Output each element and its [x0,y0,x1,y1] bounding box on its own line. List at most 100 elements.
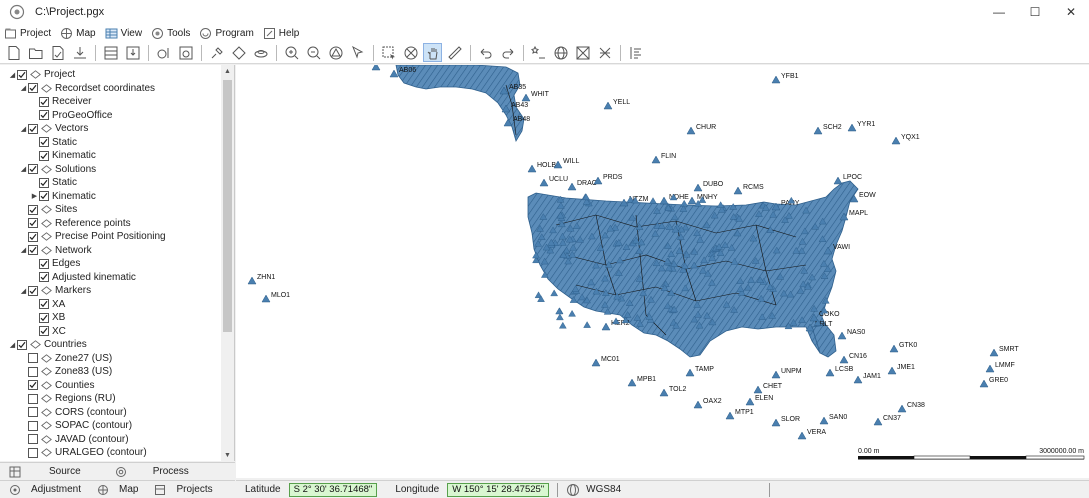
site-marker-icon[interactable] [539,178,549,187]
tab-map[interactable]: Map [97,484,138,496]
tree-item[interactable]: CORS (contour) [19,406,127,420]
site-marker-icon[interactable] [725,411,735,420]
tree-checkbox[interactable] [28,123,38,134]
expand-arrow-icon[interactable]: ◢ [19,287,28,295]
tree-checkbox[interactable] [28,353,38,364]
site-marker-icon[interactable] [680,199,689,207]
site-marker-icon[interactable] [853,375,863,384]
site-marker-icon[interactable] [889,344,899,353]
site-marker-icon[interactable] [567,182,577,191]
tab-process[interactable]: Process [115,466,189,478]
tree-item[interactable]: ◢ Countries [8,338,87,352]
expand-arrow-icon[interactable]: ◢ [19,125,28,133]
site-marker-icon[interactable] [659,196,669,205]
tree-checkbox[interactable] [39,326,49,337]
triangle-icon[interactable] [326,43,345,62]
tools-cross-icon[interactable] [595,43,614,62]
site-marker-icon[interactable] [550,289,559,297]
site-marker-icon[interactable] [847,123,857,132]
tree-checkbox[interactable] [17,69,27,80]
tree-checkbox[interactable] [17,339,27,350]
tree-item[interactable]: ◢ Vectors [19,122,89,136]
tree-checkbox[interactable] [28,218,38,229]
tree-item[interactable]: XB [30,311,65,325]
expand-arrow-icon[interactable]: ◢ [8,71,17,79]
tree-checkbox[interactable] [39,110,49,121]
tree-checkbox[interactable] [28,393,38,404]
tree-item[interactable]: Kinematic [30,149,96,163]
tree-checkbox[interactable] [39,299,49,310]
tree-checkbox[interactable] [28,380,38,391]
site-marker-icon[interactable] [797,431,807,440]
site-marker-icon[interactable] [819,416,829,425]
tree-item[interactable]: Static [30,136,77,150]
site-marker-icon[interactable] [627,378,637,387]
tab-projects[interactable]: Projects [154,484,213,496]
site-marker-icon[interactable] [897,404,907,413]
site-marker-icon[interactable] [521,93,531,102]
tree-item[interactable]: Edges [30,257,80,271]
undo-icon[interactable] [476,43,495,62]
tree-checkbox[interactable] [28,366,38,377]
site-marker-icon[interactable] [527,164,537,173]
site-marker-icon[interactable] [687,196,697,205]
site-marker-icon[interactable] [603,101,613,110]
site-marker-icon[interactable] [833,176,843,185]
redo-icon[interactable] [498,43,517,62]
edit-icon[interactable] [48,43,67,62]
close-button[interactable]: ✕ [1053,0,1089,24]
site-marker-icon[interactable] [837,331,847,340]
disk-icon[interactable] [251,43,270,62]
site-marker-icon[interactable] [568,309,576,317]
site-marker-icon[interactable] [659,388,669,397]
tree-checkbox[interactable] [28,164,38,175]
report-icon[interactable] [176,43,195,62]
site-marker-icon[interactable] [839,355,849,364]
tree-checkbox[interactable] [28,420,38,431]
tree-checkbox[interactable] [39,137,49,148]
menu-help[interactable]: Help [263,27,299,40]
site-marker-icon[interactable] [873,417,883,426]
tree-item[interactable]: ◢ Project [8,68,75,82]
site-marker-icon[interactable] [558,321,567,329]
tree-item[interactable]: Static [30,176,77,190]
tree-checkbox[interactable] [39,258,49,269]
tree-item[interactable]: Precise Point Positioning [19,230,166,244]
site-marker-icon[interactable] [261,294,271,303]
tree-checkbox[interactable] [39,150,49,161]
tree-checkbox[interactable] [28,204,38,215]
tree-item[interactable]: XA [30,298,65,312]
hand-pan-icon[interactable] [423,43,442,62]
select-rect-icon[interactable] [379,43,398,62]
site-marker-icon[interactable] [979,379,989,388]
tree-item[interactable]: SOPAC (contour) [19,419,132,433]
site-marker-icon[interactable] [651,155,661,164]
tree-checkbox[interactable] [39,177,49,188]
tree-checkbox[interactable] [39,191,49,202]
collapse-arrow-icon[interactable]: ▶ [30,192,39,200]
site-marker-icon[interactable] [989,348,999,357]
site-marker-icon[interactable] [693,400,703,409]
no-entry-icon[interactable] [401,43,420,62]
tree-item[interactable]: JAVAD (contour) [19,433,129,447]
site-marker-icon[interactable] [583,321,591,328]
tree-checkbox[interactable] [39,272,49,283]
site-marker-icon[interactable] [813,126,823,135]
tree-item[interactable]: ProGeoOffice [30,109,112,123]
tree-checkbox[interactable] [39,312,49,323]
tree-item[interactable]: ◢ Solutions [19,163,96,177]
expand-arrow-icon[interactable]: ◢ [19,84,28,92]
download-icon[interactable] [70,43,89,62]
tree-item[interactable]: Adjusted kinematic [30,271,136,285]
zoom-in-icon[interactable] [282,43,301,62]
site-marker-icon[interactable] [771,418,781,427]
tree-item[interactable]: ◢ Recordset coordinates [19,82,155,96]
tree-item[interactable]: ◢ Network [19,244,92,258]
zoom-out-icon[interactable] [304,43,323,62]
site-marker-icon[interactable] [733,186,743,195]
database-icon[interactable] [101,43,120,62]
map-view[interactable]: AB02AB06 AB35 WHITAB43 AB48 YELL YFB1 CHUR SCH2… [236,65,1089,478]
map-canvas[interactable]: AB02AB06 AB35 WHITAB43 AB48 YELL YFB1 CHUR SCH2… [236,65,1089,478]
tree-item[interactable]: Counties [19,379,94,393]
scroll-down-icon[interactable]: ▼ [221,449,234,461]
